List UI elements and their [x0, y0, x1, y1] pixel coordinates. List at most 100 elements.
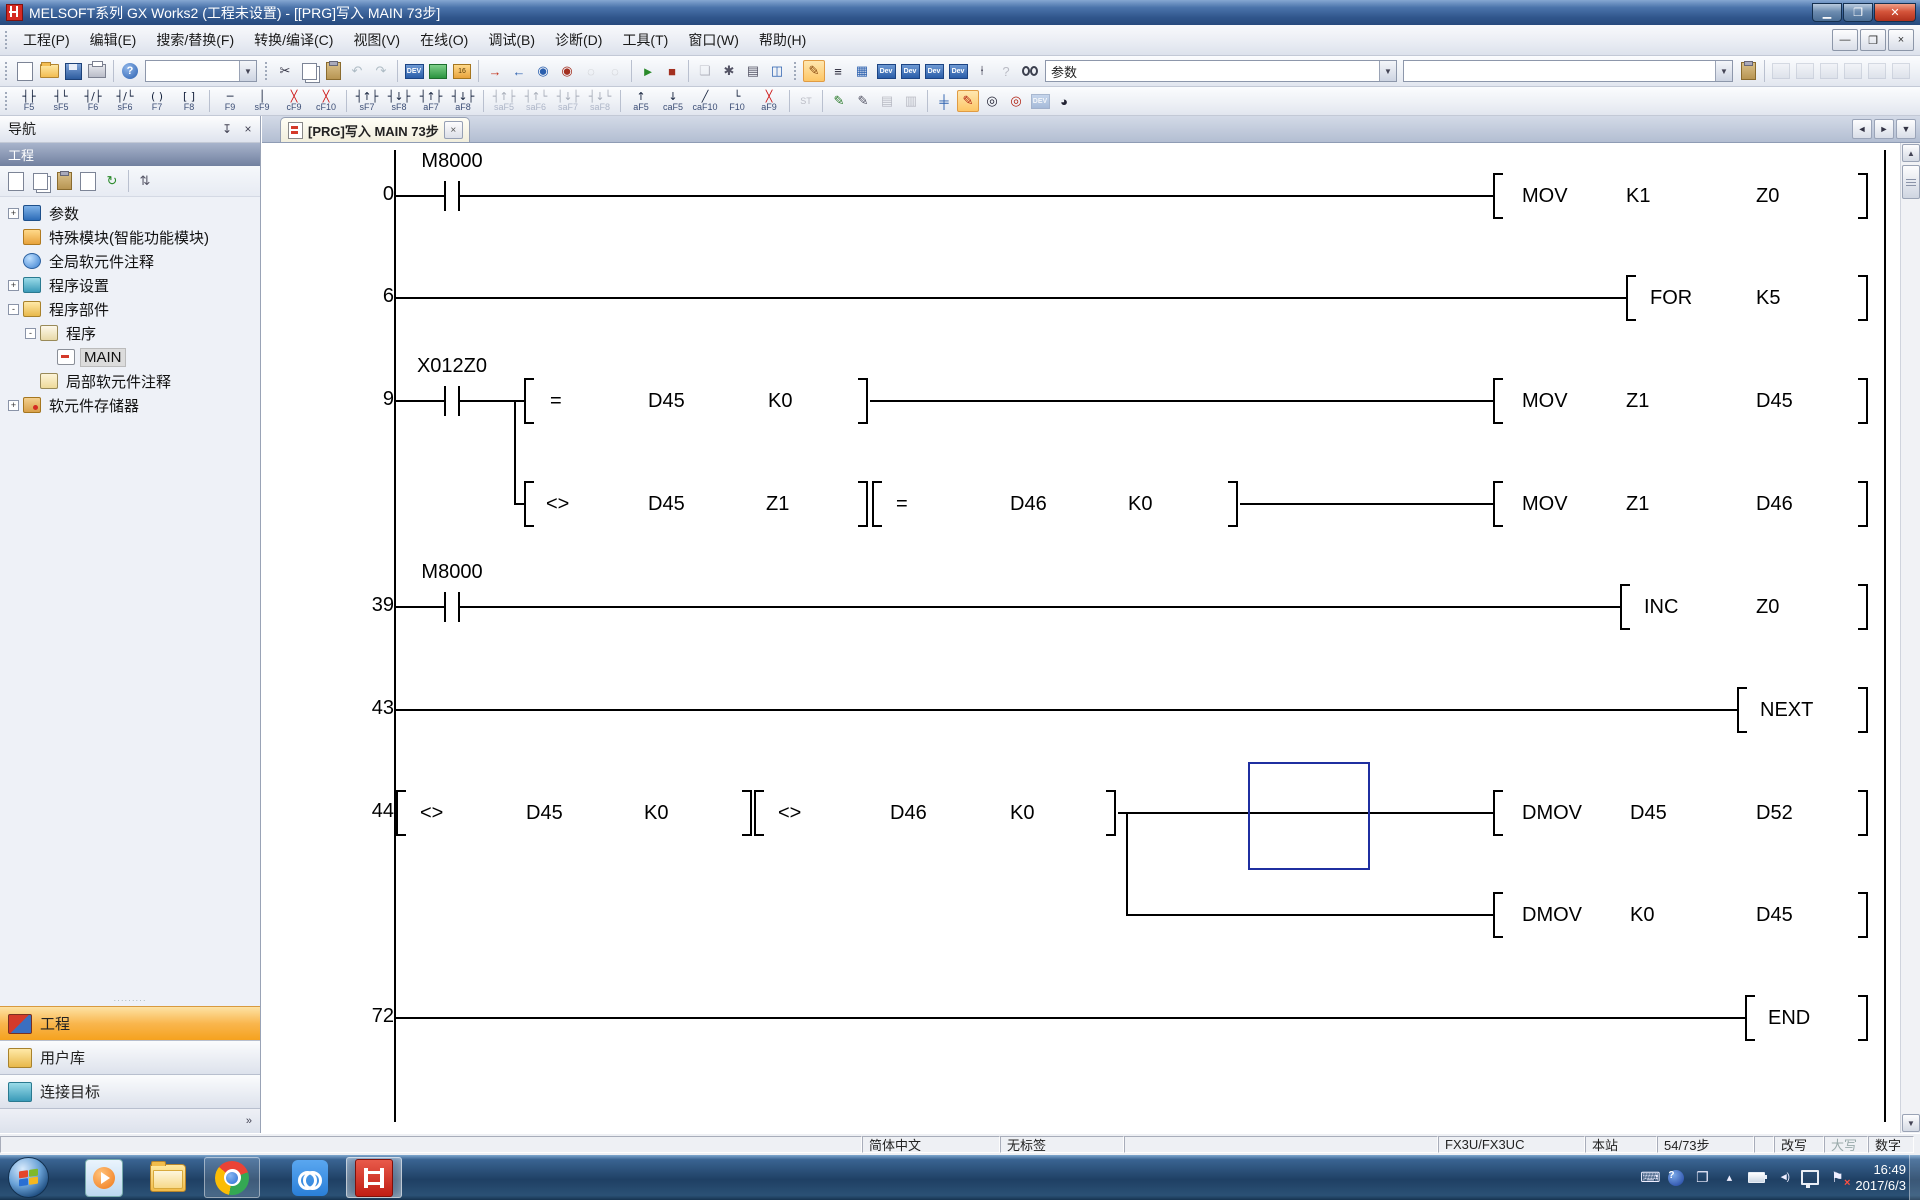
find-target-combo[interactable]: 参数▼ [1045, 60, 1397, 82]
monitor-start-icon[interactable]: ◉ [532, 60, 554, 82]
new-item-icon[interactable] [5, 170, 27, 192]
device-comment-icon[interactable]: DEV [403, 60, 425, 82]
menu-item-5[interactable]: 在线(O) [410, 26, 478, 54]
taskbar-app-media-player[interactable] [76, 1157, 132, 1198]
device-memory-icon[interactable]: 16 [451, 60, 473, 82]
scroll-up-icon[interactable]: ▲ [1902, 144, 1920, 162]
tray-help-icon[interactable]: ? [1668, 1170, 1684, 1186]
instruction-text[interactable]: K0 [768, 388, 792, 414]
save-project-icon[interactable] [62, 60, 84, 82]
chevron-down-icon[interactable]: ▼ [239, 61, 256, 81]
quick-launch-combo[interactable]: ▼ [145, 60, 257, 82]
contact-symbol[interactable] [444, 386, 446, 416]
menu-item-8[interactable]: 工具(T) [612, 26, 678, 54]
ladder-symbol-F8-button[interactable]: [ ]F8 [174, 89, 205, 114]
instruction-text[interactable]: K0 [1128, 491, 1152, 517]
paste-icon[interactable] [322, 60, 344, 82]
instruction-text[interactable]: Z1 [1626, 491, 1649, 517]
contact-device-label[interactable]: M8000 [372, 561, 532, 584]
connect-line-write-icon[interactable]: ╪ [933, 90, 955, 112]
undo-icon[interactable]: ↶ [346, 60, 368, 82]
contact-symbol[interactable] [458, 386, 460, 416]
device-display-2-icon[interactable]: Dev [899, 60, 921, 82]
read-from-plc-icon[interactable]: ← [508, 60, 530, 82]
intelligent-function-2-icon[interactable] [1794, 60, 1816, 82]
zoom-window-icon[interactable]: ◫ [766, 60, 788, 82]
tray-show-hidden-icon[interactable]: ▴ [1720, 1169, 1738, 1187]
intelligent-function-6-icon[interactable] [1890, 60, 1912, 82]
show-desktop-button[interactable] [1909, 1155, 1920, 1200]
instruction-text[interactable]: END [1768, 1005, 1810, 1031]
expand-icon[interactable]: + [8, 208, 19, 219]
instruction-text[interactable]: D46 [890, 800, 927, 826]
instruction-text[interactable]: D52 [1756, 800, 1793, 826]
instruction-close-bracket[interactable] [1106, 790, 1116, 836]
instruction-text[interactable]: FOR [1650, 285, 1692, 311]
zoom-icon[interactable]: ◕ [1053, 90, 1075, 112]
intelligent-function-3-icon[interactable] [1818, 60, 1840, 82]
instruction-text[interactable]: NEXT [1760, 697, 1813, 723]
ladder-symbol-saF6-button[interactable]: ┤↑└saF6 [521, 89, 552, 114]
intelligent-function-5-icon[interactable] [1866, 60, 1888, 82]
monitor-write-mode-icon[interactable]: ◎ [1005, 90, 1027, 112]
instruction-text[interactable]: Z0 [1756, 183, 1779, 209]
ladder-symbol-cF10-button[interactable]: ╳cF10 [311, 89, 342, 114]
statement-edit-icon[interactable]: ≡ [827, 60, 849, 82]
contact-symbol[interactable] [444, 181, 446, 211]
note-batch-icon[interactable]: ▤ [876, 90, 898, 112]
instruction-open-bracket[interactable] [1493, 378, 1503, 424]
device-test-icon[interactable]: ⍿ [971, 60, 993, 82]
ladder-symbol-aF9-button[interactable]: ╳aF9 [754, 89, 785, 114]
instruction-text[interactable]: DMOV [1522, 902, 1582, 928]
print-icon[interactable] [86, 60, 108, 82]
instruction-text[interactable]: D45 [1630, 800, 1667, 826]
instruction-text[interactable]: DMOV [1522, 800, 1582, 826]
instruction-text[interactable]: = [896, 491, 908, 517]
ladder-symbol-F7-button[interactable]: ( )F7 [142, 89, 173, 114]
instruction-text[interactable]: K1 [1626, 183, 1650, 209]
menu-item-2[interactable]: 搜索/替换(F) [146, 26, 244, 54]
ladder-symbol-sF5-button[interactable]: ┤└sF5 [46, 89, 77, 114]
device-batch-icon[interactable]: Dev [947, 60, 969, 82]
instruction-open-bracket[interactable] [1626, 275, 1636, 321]
pin-icon[interactable]: ↧ [218, 120, 236, 138]
contact-device-label[interactable]: X012Z0 [372, 355, 532, 378]
taskbar-app-gx-works2[interactable] [346, 1157, 402, 1198]
tray-volume-icon[interactable]: ◄) [1774, 1169, 1792, 1187]
copy-item-icon[interactable] [29, 170, 51, 192]
ladder-symbol-aF5-button[interactable]: ↑aF5 [626, 89, 657, 114]
taskbar-app-explorer[interactable] [140, 1157, 196, 1198]
menu-item-10[interactable]: 帮助(H) [749, 26, 816, 54]
mdi-restore-button[interactable]: ❐ [1860, 29, 1886, 51]
instruction-close-bracket[interactable] [1858, 892, 1868, 938]
tab-scroll-icon-0[interactable]: ◄ [1852, 119, 1872, 139]
tray-keyboard-icon[interactable]: ⌨ [1641, 1169, 1659, 1187]
instruction-open-bracket[interactable] [1745, 995, 1755, 1041]
intelligent-function-4-icon[interactable] [1842, 60, 1864, 82]
sort-icon[interactable]: ⇅ [134, 170, 156, 192]
instruction-open-bracket[interactable] [1493, 173, 1503, 219]
mdi-minimize-button[interactable]: — [1832, 29, 1858, 51]
ladder-symbol-F9-button[interactable]: ─F9 [215, 89, 246, 114]
mdi-close-button[interactable]: × [1888, 29, 1914, 51]
start-button[interactable] [8, 1157, 49, 1198]
ladder-symbol-aF7-button[interactable]: ┤↑├aF7 [416, 89, 447, 114]
taskbar-clock[interactable]: 16:49 2017/6/3 [1855, 1162, 1906, 1194]
monitor-resume-icon[interactable]: ◌ [604, 60, 626, 82]
toolbar-grip[interactable] [264, 61, 269, 81]
tree-item-软元件存储器[interactable]: +软元件存储器 [0, 393, 260, 417]
chevron-icon[interactable]: » [246, 1115, 252, 1127]
contact-symbol[interactable] [458, 181, 460, 211]
device-search-icon[interactable]: DEV [1029, 90, 1051, 112]
minimize-button[interactable]: ▁ [1812, 3, 1842, 22]
instruction-text[interactable]: K5 [1756, 285, 1780, 311]
tab-close-icon[interactable]: × [444, 121, 463, 139]
nav-view-button-连接目标[interactable]: 连接目标 [0, 1074, 260, 1108]
toolbar-grip[interactable] [4, 61, 9, 81]
ladder-symbol-F5-button[interactable]: ┤├F5 [14, 89, 45, 114]
ladder-symbol-sF6-button[interactable]: ┤/└sF6 [110, 89, 141, 114]
write-to-plc-icon[interactable]: → [484, 60, 506, 82]
tree-item-程序设置[interactable]: +程序设置 [0, 273, 260, 297]
page-setup-icon[interactable]: ▤ [742, 60, 764, 82]
copy-icon[interactable] [298, 60, 320, 82]
